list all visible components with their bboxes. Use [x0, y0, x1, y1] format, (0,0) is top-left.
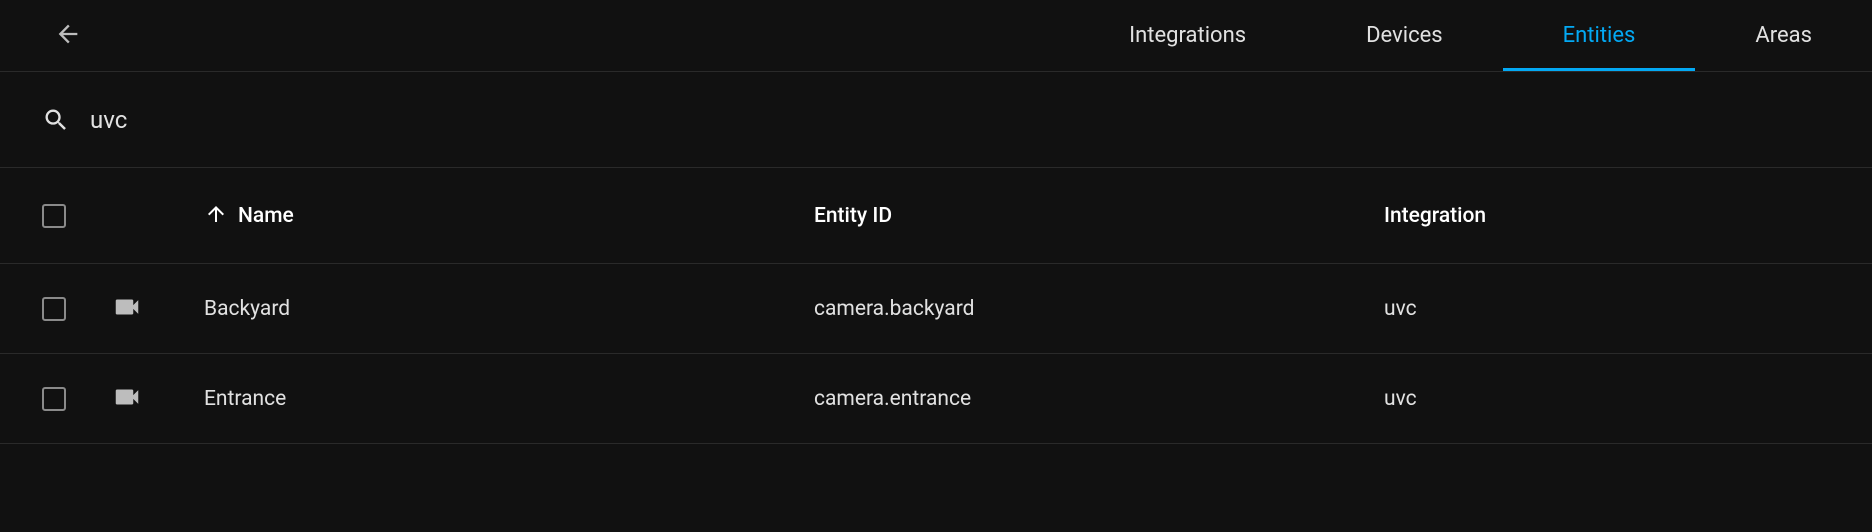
search-input[interactable]	[90, 106, 690, 134]
column-header-integration[interactable]: Integration	[1384, 204, 1584, 228]
arrow-left-icon	[54, 20, 82, 52]
back-button[interactable]	[44, 12, 92, 60]
tab-integrations[interactable]: Integrations	[1069, 0, 1306, 71]
column-header-name[interactable]: Name	[204, 202, 814, 230]
row-integration: uvc	[1384, 297, 1417, 321]
row-name: Entrance	[204, 387, 286, 411]
column-header-entity-id[interactable]: Entity ID	[814, 204, 1384, 228]
tab-label: Integrations	[1129, 23, 1246, 48]
table-row[interactable]: Entrance camera.entrance uvc	[0, 354, 1872, 444]
tab-label: Entities	[1563, 23, 1636, 48]
table-header-row: Name Entity ID Integration	[0, 168, 1872, 264]
tab-label: Devices	[1366, 23, 1443, 48]
camera-icon	[112, 382, 142, 416]
app-header: Integrations Devices Entities Areas	[0, 0, 1872, 72]
column-integration-label: Integration	[1384, 204, 1486, 228]
row-integration: uvc	[1384, 387, 1417, 411]
row-checkbox[interactable]	[42, 297, 66, 321]
column-entity-id-label: Entity ID	[814, 204, 892, 228]
sort-asc-icon	[204, 202, 228, 230]
row-checkbox[interactable]	[42, 387, 66, 411]
row-entity-id: camera.backyard	[814, 297, 974, 321]
row-name: Backyard	[204, 297, 290, 321]
column-name-label: Name	[238, 204, 294, 228]
row-entity-id: camera.entrance	[814, 387, 971, 411]
search-row	[0, 72, 1872, 168]
tab-entities[interactable]: Entities	[1503, 0, 1696, 71]
search-icon	[40, 104, 72, 136]
tab-areas[interactable]: Areas	[1695, 0, 1872, 71]
select-all-checkbox[interactable]	[42, 204, 66, 228]
nav-tabs: Integrations Devices Entities Areas	[1069, 0, 1872, 71]
table-row[interactable]: Backyard camera.backyard uvc	[0, 264, 1872, 354]
tab-devices[interactable]: Devices	[1306, 0, 1503, 71]
tab-label: Areas	[1755, 23, 1812, 48]
camera-icon	[112, 292, 142, 326]
